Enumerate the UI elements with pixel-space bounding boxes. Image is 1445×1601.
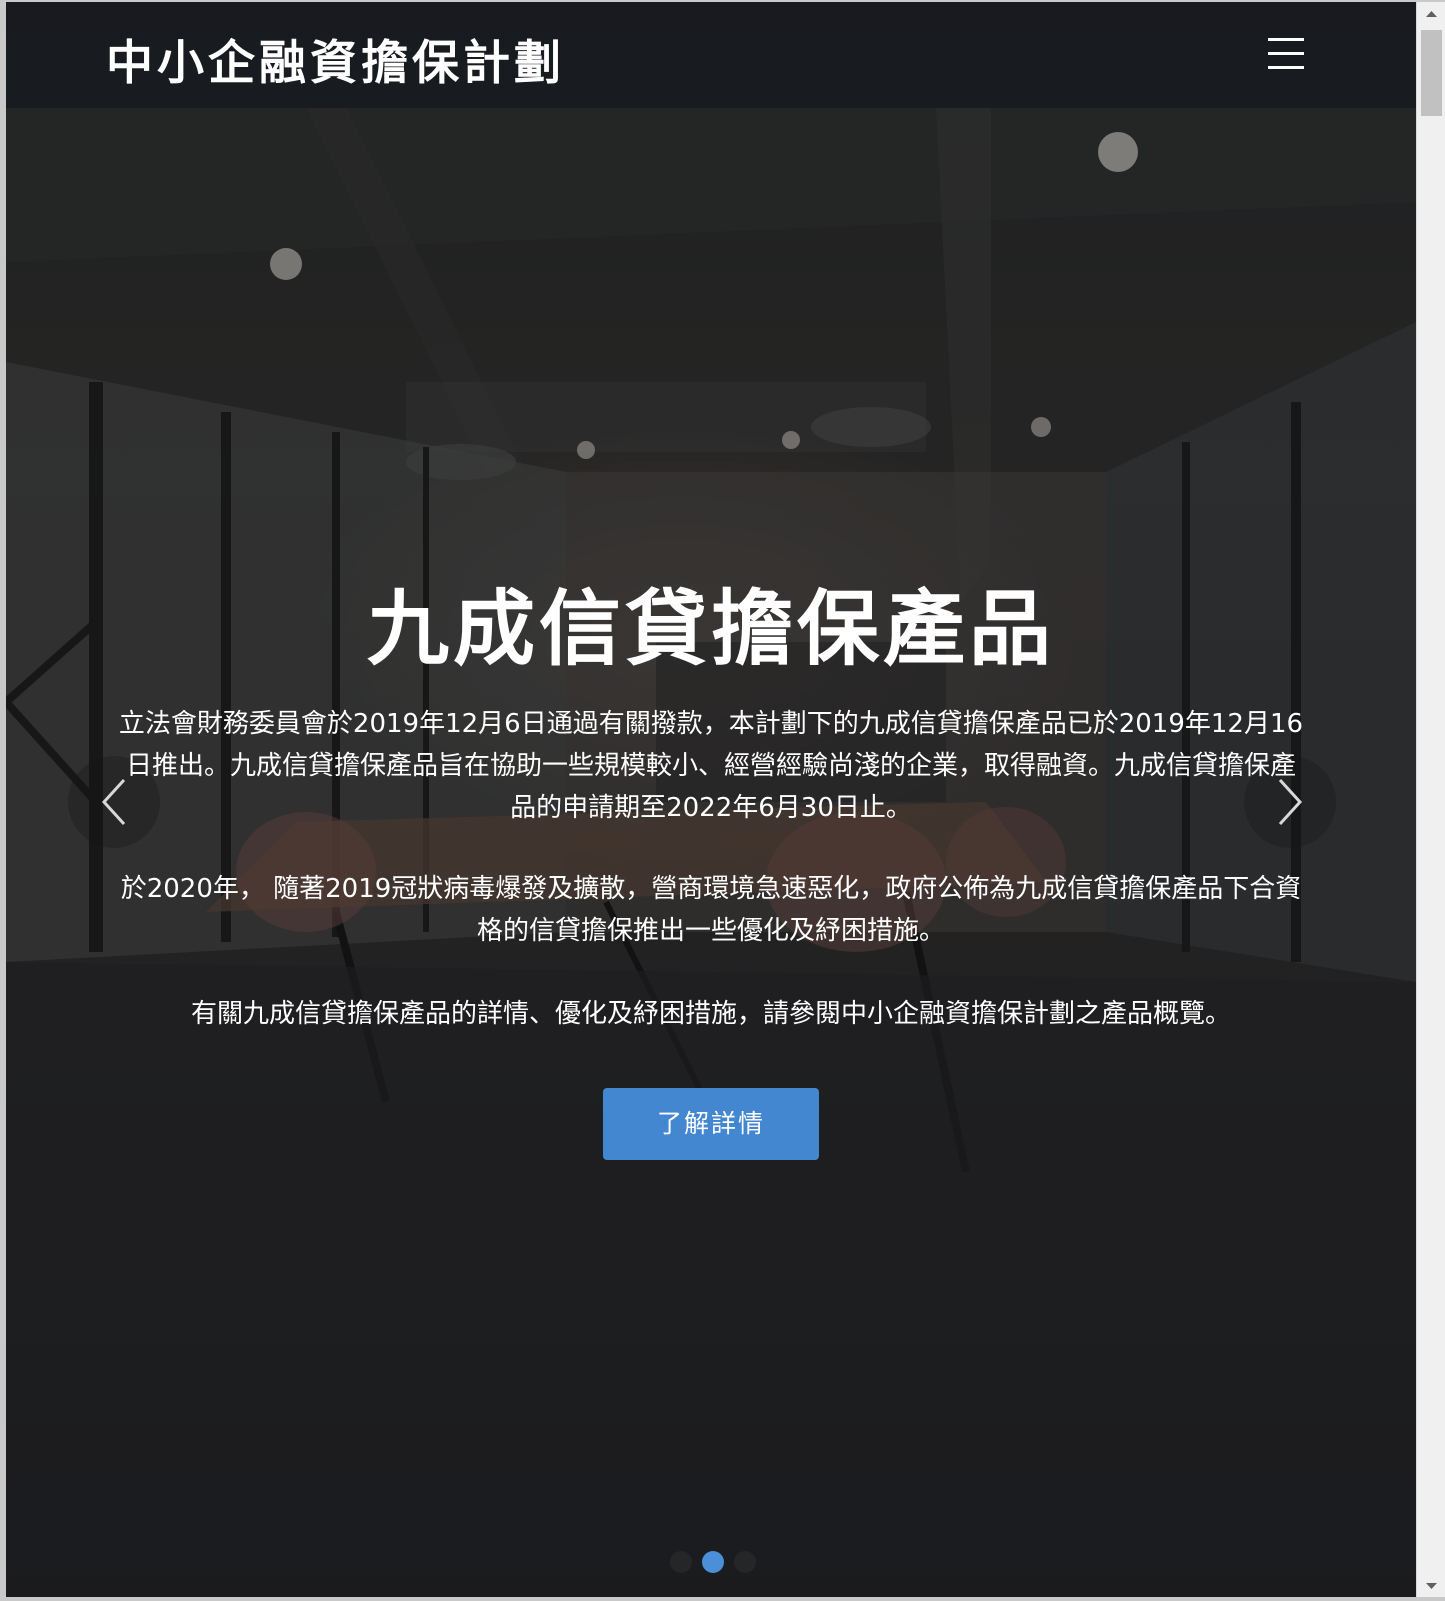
learn-more-button[interactable]: 了解詳情 xyxy=(603,1088,819,1160)
carousel-indicator-3[interactable] xyxy=(734,1551,756,1573)
site-brand[interactable]: 中小企融資擔保計劃 xyxy=(106,24,565,93)
hamburger-menu-icon[interactable] xyxy=(1268,38,1304,70)
hero-paragraph-intro: 立法會財務委員會於2019年12月6日通過有關撥款，本計劃下的九成信貸擔保產品已… xyxy=(118,709,1304,823)
hero-paragraph-covid: 於2020年， 隨著2019冠狀病毒爆發及擴散，營商環境急速惡化，政府公佈為九成… xyxy=(120,874,1302,946)
browser-viewport: 九成信貸擔保產品 立法會財務委員會於2019年12月6日通過有關撥款，本計劃下的… xyxy=(6,2,1416,1597)
hero-carousel-slide: 九成信貸擔保產品 立法會財務委員會於2019年12月6日通過有關撥款，本計劃下的… xyxy=(6,2,1416,1597)
hero-paragraph-details: 有關九成信貸擔保產品的詳情、優化及紓困措施，請參閱中小企融資擔保計劃之產品概覽。 xyxy=(190,999,1231,1029)
page-scrollbar[interactable] xyxy=(1416,2,1445,1597)
scroll-up-arrow-icon[interactable] xyxy=(1417,2,1445,24)
scroll-down-arrow-icon[interactable] xyxy=(1417,1575,1445,1597)
carousel-indicator-1[interactable] xyxy=(670,1551,692,1573)
carousel-indicator-2[interactable] xyxy=(702,1551,724,1573)
scrollbar-thumb[interactable] xyxy=(1421,30,1442,116)
hero-title: 九成信貸擔保產品 xyxy=(366,582,1055,677)
top-navbar: 中小企融資擔保計劃 xyxy=(6,2,1416,108)
